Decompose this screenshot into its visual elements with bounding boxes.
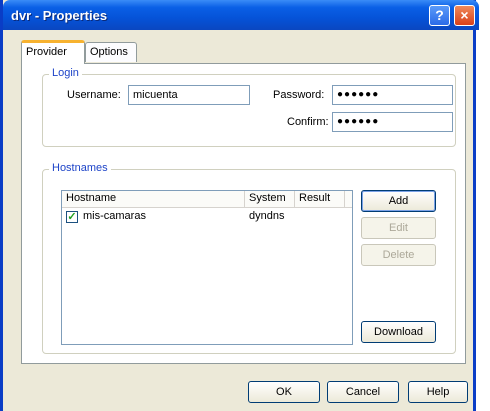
window-title: dvr - Properties [11, 8, 108, 23]
add-button[interactable]: Add [361, 190, 436, 212]
edit-button[interactable]: Edit [361, 217, 436, 239]
login-legend: Login [49, 67, 82, 79]
username-field[interactable]: micuenta [128, 85, 250, 105]
properties-window: dvr - Properties ? × Provider Options Lo… [0, 0, 479, 411]
column-system[interactable]: System [245, 191, 295, 207]
column-result[interactable]: Result [295, 191, 345, 207]
tab-options[interactable]: Options [85, 42, 137, 62]
hostnames-group: Hostnames Hostname System Result ✓ mis-c… [42, 162, 456, 354]
close-icon[interactable]: × [454, 5, 475, 26]
delete-button[interactable]: Delete [361, 244, 436, 266]
login-group: Login Username: micuenta Password: ●●●●●… [42, 67, 456, 147]
list-item[interactable]: ✓ mis-camaras dyndns [62, 209, 352, 225]
hostnames-list[interactable]: Hostname System Result ✓ mis-camaras dyn… [61, 190, 353, 345]
title-bar[interactable]: dvr - Properties ? × [3, 0, 479, 30]
password-field[interactable]: ●●●●●● [332, 85, 453, 105]
username-label: Username: [67, 89, 121, 101]
enabled-checkbox[interactable]: ✓ [66, 211, 78, 223]
help-button[interactable]: Help [408, 381, 468, 403]
ok-button[interactable]: OK [248, 381, 320, 403]
download-button[interactable]: Download [361, 321, 436, 343]
hostname-cell: mis-camaras [83, 210, 146, 222]
hostnames-legend: Hostnames [49, 162, 111, 174]
provider-panel: Login Username: micuenta Password: ●●●●●… [21, 63, 466, 364]
list-header: Hostname System Result [62, 191, 352, 208]
confirm-field[interactable]: ●●●●●● [332, 112, 453, 132]
confirm-label: Confirm: [287, 116, 329, 128]
help-icon[interactable]: ? [429, 5, 450, 26]
cancel-button[interactable]: Cancel [327, 381, 399, 403]
password-label: Password: [273, 89, 325, 101]
column-hostname[interactable]: Hostname [62, 191, 245, 207]
tab-provider[interactable]: Provider [21, 40, 85, 64]
system-cell: dyndns [249, 210, 285, 222]
